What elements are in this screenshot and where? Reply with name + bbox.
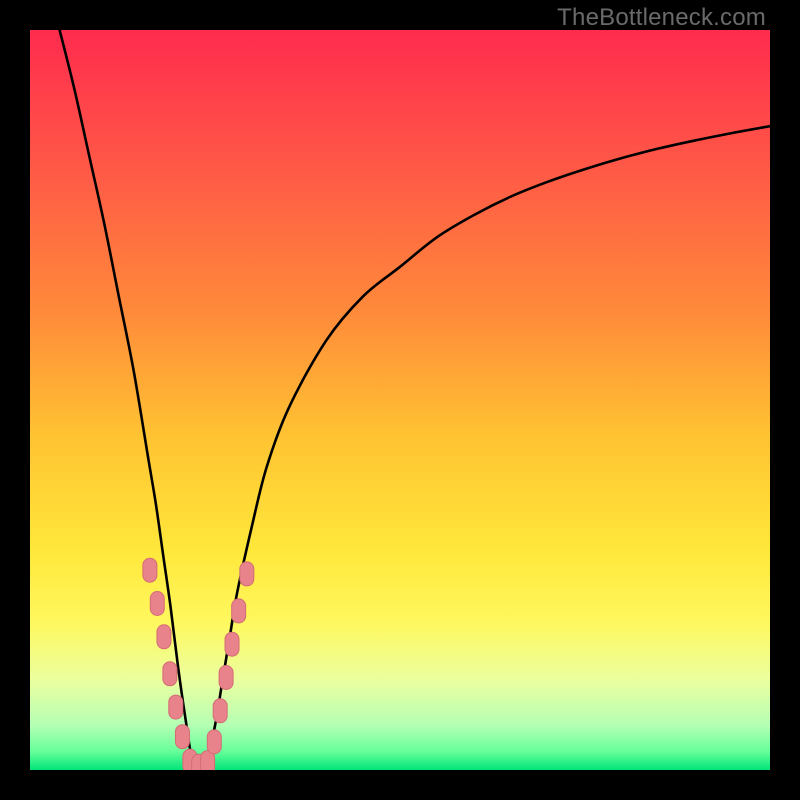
chart-frame: TheBottleneck.com bbox=[0, 0, 800, 800]
marker-point bbox=[150, 592, 164, 616]
marker-point bbox=[157, 625, 171, 649]
marker-point bbox=[175, 725, 189, 749]
marker-point bbox=[232, 599, 246, 623]
marker-point bbox=[219, 666, 233, 690]
marker-point bbox=[225, 632, 239, 656]
marker-point bbox=[143, 558, 157, 582]
bottleneck-curve bbox=[60, 30, 770, 766]
marker-point bbox=[163, 662, 177, 686]
marker-point bbox=[213, 699, 227, 723]
marker-point bbox=[207, 730, 221, 754]
marker-point bbox=[240, 562, 254, 586]
marker-point bbox=[169, 695, 183, 719]
plot-area bbox=[30, 30, 770, 770]
curve-layer bbox=[30, 30, 770, 770]
watermark-text: TheBottleneck.com bbox=[557, 4, 766, 32]
